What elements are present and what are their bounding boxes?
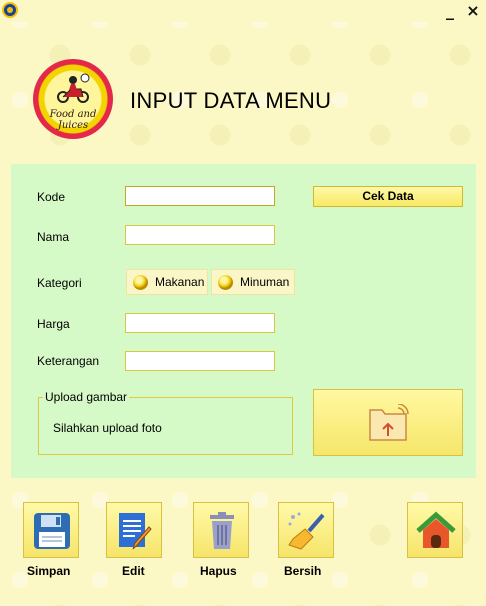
kode-field[interactable] (125, 186, 275, 206)
home-icon (416, 511, 456, 548)
edit-label: Edit (122, 564, 145, 578)
bersih-button[interactable] (278, 502, 334, 558)
scooter-rider-icon (57, 73, 90, 103)
radio-makanan-label: Makanan (155, 275, 205, 289)
cek-data-button[interactable]: Cek Data (313, 186, 463, 207)
keterangan-field[interactable] (125, 351, 275, 371)
harga-field[interactable] (125, 313, 275, 333)
logo-text: Food and Juices (49, 109, 97, 131)
home-button[interactable] (407, 502, 463, 558)
kode-label: Kode (37, 190, 66, 204)
upload-group-title: Upload gambar (43, 390, 130, 404)
nama-label: Nama (37, 230, 70, 244)
upload-photo-button[interactable] (313, 389, 463, 456)
bersih-label: Bersih (284, 564, 322, 578)
nama-field[interactable] (125, 225, 275, 245)
simpan-label: Simpan (27, 564, 71, 578)
radio-makanan[interactable]: Makanan (126, 269, 208, 295)
edit-document-icon (119, 513, 152, 550)
keterangan-label: Keterangan (37, 354, 100, 368)
app-logo-icon (2, 2, 18, 18)
harga-label: Harga (37, 317, 70, 331)
edit-button[interactable] (106, 502, 162, 558)
simpan-button[interactable] (23, 502, 79, 558)
radio-minuman-label: Minuman (240, 275, 290, 289)
floppy-disk-icon (34, 513, 70, 549)
radio-indicator-icon (218, 275, 233, 290)
broom-icon (288, 512, 325, 550)
upload-hint: Silahkan upload foto (53, 421, 162, 435)
minimize-button[interactable]: _ (440, 1, 460, 21)
close-button[interactable]: × (463, 1, 483, 21)
radio-minuman[interactable]: Minuman (211, 269, 295, 295)
page-title: INPUT DATA MENU (130, 88, 332, 113)
title-bar: _ × (0, 0, 486, 22)
hapus-button[interactable] (193, 502, 249, 558)
brand-logo: Food and Juices (33, 59, 113, 139)
hapus-label: Hapus (200, 564, 237, 578)
trash-icon (210, 512, 234, 549)
folder-upload-icon (369, 404, 409, 441)
kategori-label: Kategori (37, 276, 82, 290)
radio-indicator-icon (133, 275, 148, 290)
